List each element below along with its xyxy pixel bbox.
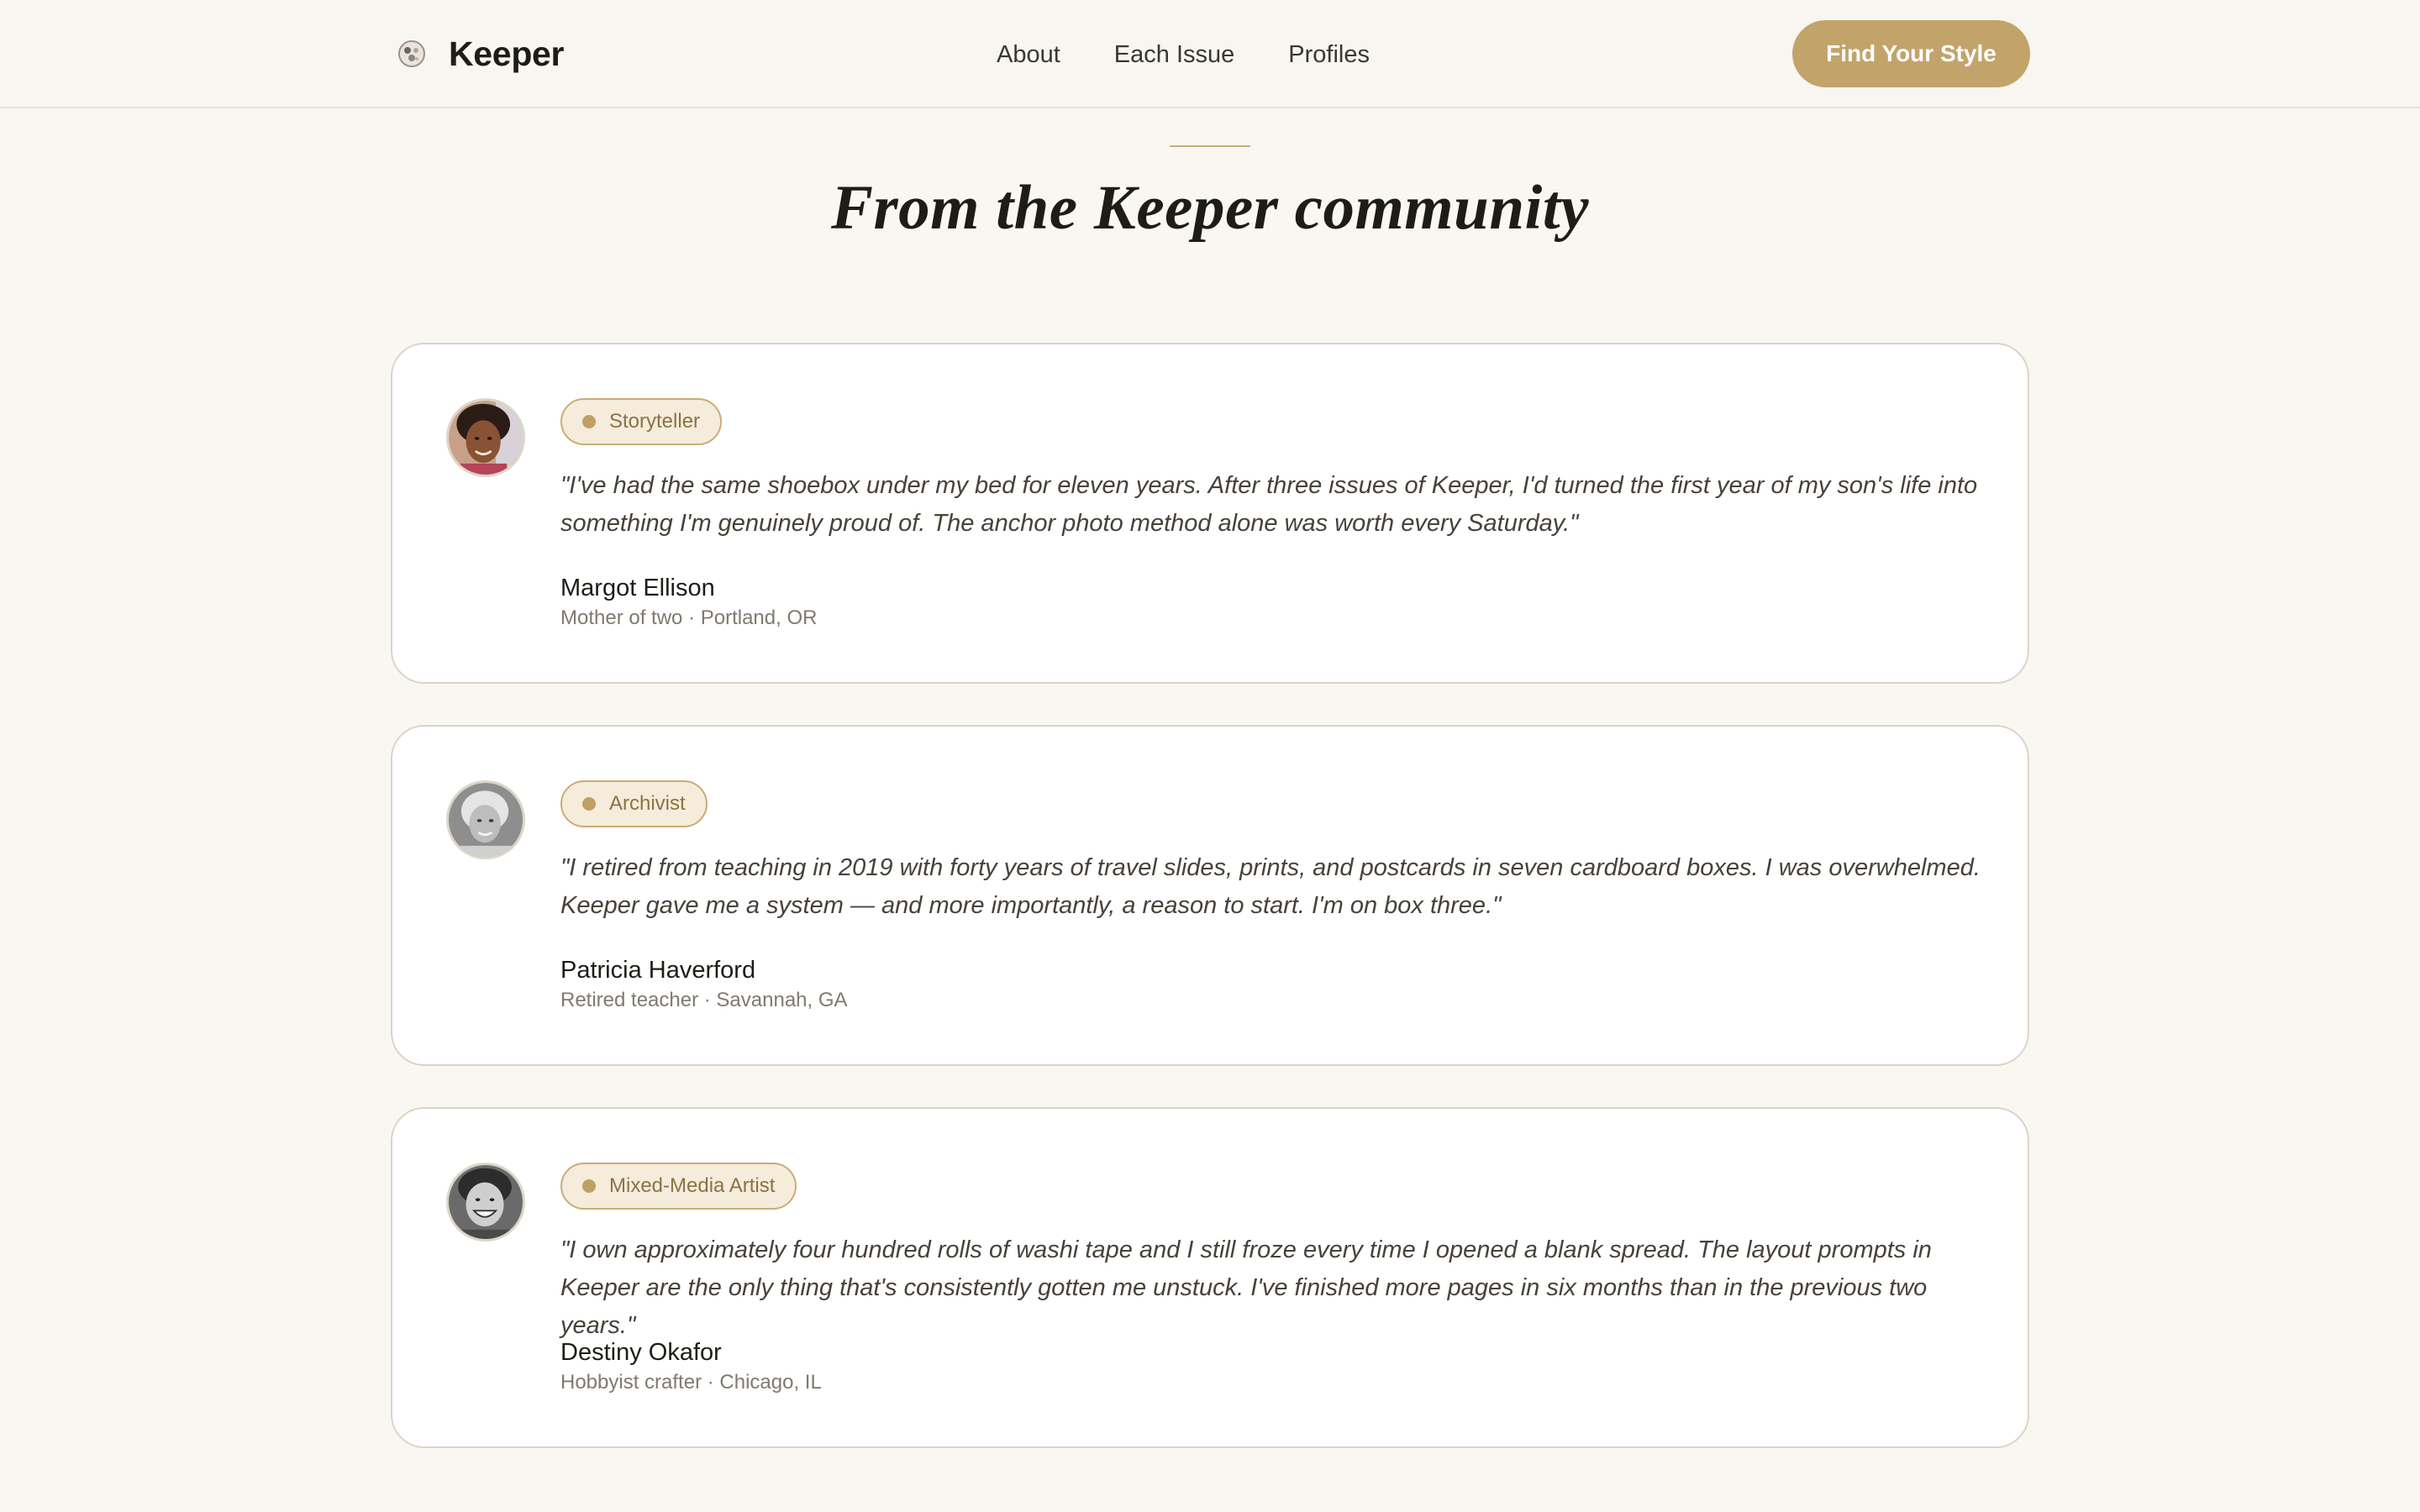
nav-profiles[interactable]: Profiles (1288, 41, 1370, 69)
nav-each-issue[interactable]: Each Issue (1114, 41, 1234, 69)
badge-dot-icon (582, 1179, 596, 1193)
avatar-photo-icon (449, 783, 523, 857)
role-badge-label: Archivist (609, 792, 686, 815)
author-name: Destiny Okafor (560, 1339, 722, 1366)
role-badge: Archivist (560, 780, 708, 827)
badge-dot-icon (582, 415, 596, 428)
site-header: Keeper About Each Issue Profiles Find Yo… (0, 0, 2420, 108)
nav-about[interactable]: About (997, 41, 1060, 69)
testimonial-quote: "I've had the same shoebox under my bed … (560, 472, 1978, 537)
keeper-logo-icon (398, 40, 425, 67)
author-meta: Hobbyist crafter · Chicago, IL (560, 1371, 822, 1394)
brand-logo[interactable]: Keeper (395, 30, 565, 77)
testimonial-card: Archivist "I retired from teaching in 20… (391, 725, 2029, 1066)
author-name: Margot Ellison (560, 575, 715, 601)
section-divider (1170, 145, 1250, 147)
author-meta: Retired teacher · Savannah, GA (560, 989, 848, 1011)
main-nav: About Each Issue Profiles (997, 34, 1370, 76)
brand-name: Keeper (449, 34, 565, 73)
avatar (446, 1163, 525, 1242)
author-meta: Mother of two · Portland, OR (560, 606, 818, 629)
avatar (446, 398, 525, 477)
role-badge: Storyteller (560, 398, 723, 445)
section-title: From the Keeper community (830, 173, 1590, 243)
testimonial-card: Storyteller "I've had the same shoebox u… (391, 343, 2029, 684)
avatar (446, 780, 525, 859)
role-badge: Mixed-Media Artist (560, 1163, 797, 1210)
testimonial-card: Mixed-Media Artist "I own approximately … (391, 1107, 2029, 1448)
testimonial-quote: "I own approximately four hundred rolls … (560, 1236, 1932, 1339)
role-badge-label: Mixed-Media Artist (609, 1174, 776, 1197)
testimonial-quote: "I retired from teaching in 2019 with fo… (560, 854, 1981, 919)
avatar-photo-icon (449, 401, 523, 475)
author-name: Patricia Haverford (560, 957, 756, 984)
role-badge-label: Storyteller (609, 410, 701, 433)
avatar-photo-icon (449, 1165, 523, 1239)
find-your-style-button[interactable]: Find Your Style (1792, 20, 2030, 87)
badge-dot-icon (582, 797, 596, 811)
